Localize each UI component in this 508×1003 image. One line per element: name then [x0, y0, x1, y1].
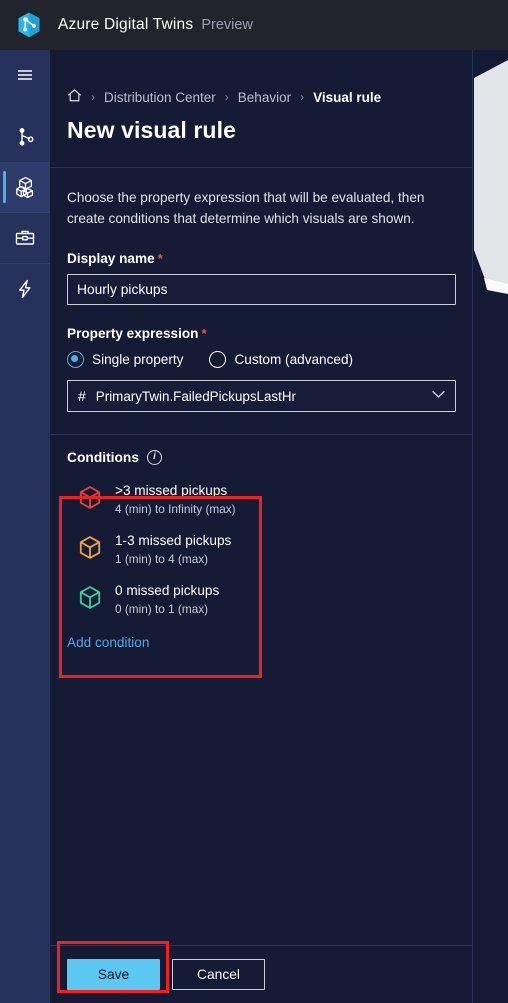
breadcrumb-separator: ›: [91, 90, 95, 104]
condition-row[interactable]: >3 missed pickups 4 (min) to Infinity (m…: [67, 474, 267, 524]
condition-title: >3 missed pickups: [115, 483, 228, 499]
radio-custom-advanced[interactable]: Custom (advanced): [209, 351, 354, 369]
radio-single-property[interactable]: Single property: [67, 351, 184, 369]
conditions-list: >3 missed pickups 4 (min) to Infinity (m…: [67, 474, 267, 624]
models-cubes-icon: [16, 176, 34, 199]
breadcrumb-item-behavior[interactable]: Behavior: [238, 90, 291, 105]
property-expression-select[interactable]: # PrimaryTwin.FailedPickupsLastHr: [67, 380, 456, 413]
cancel-button[interactable]: Cancel: [172, 959, 265, 990]
condition-title: 0 missed pickups: [115, 583, 220, 599]
add-condition-link[interactable]: Add condition: [67, 635, 455, 650]
panel-description: Choose the property expression that will…: [67, 190, 425, 227]
condition-range: 4 (min) to Infinity (max): [115, 502, 236, 517]
cube-icon: [77, 584, 103, 612]
property-expression-radio-group: Single property Custom (advanced): [67, 351, 455, 369]
radio-selected-icon: [67, 351, 84, 369]
home-icon[interactable]: [67, 88, 82, 106]
required-marker: *: [201, 326, 207, 342]
sidebar-item-build[interactable]: [0, 213, 50, 263]
left-nav-rail: [0, 50, 50, 1003]
header-divider: [50, 167, 472, 168]
app-root: Azure Digital Twins Preview › Distributi…: [0, 0, 508, 1003]
azure-digital-twins-logo-icon: [14, 10, 44, 40]
condition-range: 1 (min) to 4 (max): [115, 552, 209, 567]
twin-graph-icon: [19, 128, 34, 146]
breadcrumb: › Distribution Center › Behavior › Visua…: [67, 50, 455, 106]
conditions-label: Conditions: [67, 450, 140, 466]
breadcrumb-item-visual-rule: Visual rule: [313, 89, 382, 105]
chevron-down-icon[interactable]: [432, 390, 445, 402]
hash-icon: #: [78, 388, 86, 405]
info-icon[interactable]: i: [147, 450, 163, 466]
sidebar-item-models[interactable]: [0, 162, 50, 212]
new-visual-rule-panel: › Distribution Center › Behavior › Visua…: [50, 50, 473, 1003]
breadcrumb-item-distribution-center[interactable]: Distribution Center: [104, 90, 216, 105]
radio-single-property-label: Single property: [92, 352, 184, 368]
property-expression-label: Property expression *: [67, 326, 207, 342]
page-title: New visual rule: [67, 117, 236, 143]
condition-row[interactable]: 1-3 missed pickups 1 (min) to 4 (max): [67, 524, 267, 574]
save-button[interactable]: Save: [67, 959, 160, 990]
condition-range: 0 (min) to 1 (max): [115, 602, 209, 617]
breadcrumb-separator: ›: [224, 90, 229, 104]
conditions-header: Conditions i: [67, 450, 455, 466]
radio-custom-advanced-label: Custom (advanced): [234, 352, 354, 368]
cube-icon: [77, 484, 103, 512]
sidebar-item-menu[interactable]: [0, 50, 50, 100]
hamburger-menu-icon: [18, 70, 32, 80]
property-expression-value: PrimaryTwin.FailedPickupsLastHr: [95, 388, 296, 404]
cube-icon: [77, 534, 103, 562]
app-title: Azure Digital Twins: [58, 16, 194, 33]
panel-footer: Save Cancel: [50, 945, 473, 1003]
radio-unselected-icon: [209, 351, 227, 369]
scene-viewport-edge: [474, 50, 508, 1003]
sidebar-item-twin-graph[interactable]: [0, 112, 50, 162]
rail-spacer: [0, 100, 50, 112]
toolbox-icon: [15, 230, 35, 245]
sidebar-item-behaviors[interactable]: [0, 264, 50, 314]
preview-badge: Preview: [201, 17, 253, 33]
breadcrumb-separator: ›: [300, 90, 305, 104]
display-name-label: Display name *: [67, 251, 163, 267]
required-marker: *: [157, 251, 163, 267]
partial-3d-object: [474, 60, 508, 294]
condition-row[interactable]: 0 missed pickups 0 (min) to 1 (max): [67, 574, 267, 624]
display-name-input[interactable]: [67, 274, 456, 306]
top-bar: Azure Digital Twins Preview: [0, 0, 508, 50]
condition-title: 1-3 missed pickups: [115, 533, 232, 549]
lightning-bolt-icon: [19, 279, 31, 299]
